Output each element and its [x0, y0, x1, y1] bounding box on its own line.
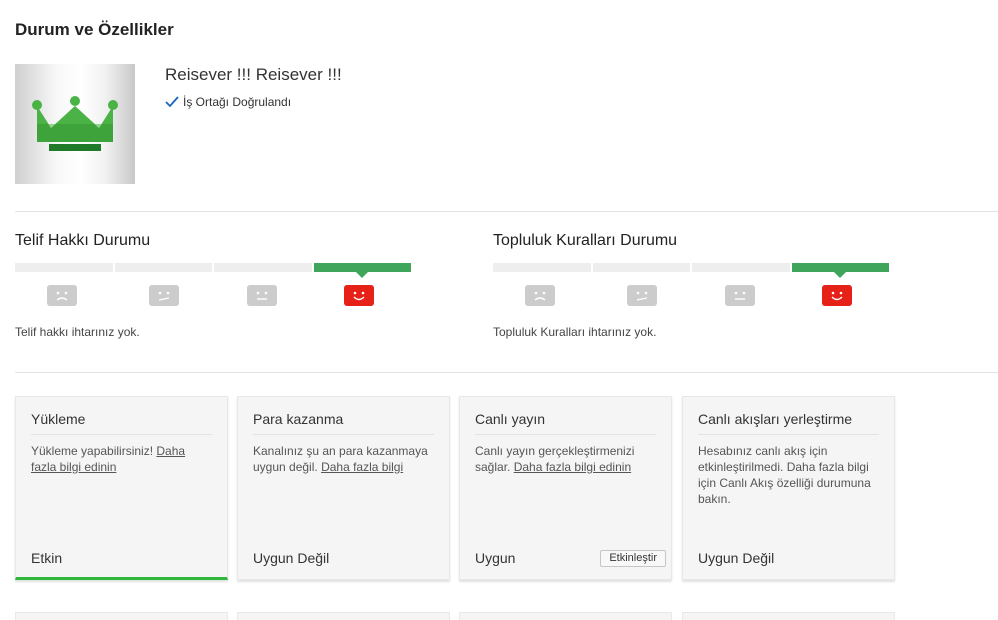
- copyright-status: Telif Hakkı Durumu Telif hakkı ihtarınız…: [15, 232, 415, 339]
- neutral-face-icon: [725, 285, 755, 306]
- uneasy-face-icon: [627, 285, 657, 306]
- feature-card-upload: Yükleme Yükleme yapabilirsiniz! Daha faz…: [15, 396, 228, 580]
- community-status-bar: [493, 263, 889, 278]
- card-title: Canlı yayın: [475, 411, 546, 427]
- status-segment: [214, 263, 312, 272]
- card-divider: [253, 434, 434, 435]
- status-segment: [493, 263, 591, 272]
- card-status: Etkin: [31, 550, 63, 566]
- card-divider: [475, 434, 656, 435]
- card-title: Para kazanma: [253, 411, 344, 427]
- frown-face-icon: [525, 285, 555, 306]
- card-description: Kanalınız şu an para kazanmaya uygun değ…: [253, 443, 434, 475]
- status-segment: [692, 263, 790, 272]
- uneasy-face-icon: [149, 285, 179, 306]
- smile-face-icon: [344, 285, 374, 306]
- feature-card-partial: [459, 612, 672, 620]
- status-segment: [114, 263, 212, 272]
- page-title: Durum ve Özellikler: [15, 20, 174, 39]
- card-description-text: Yükleme yapabilirsiniz!: [31, 444, 157, 458]
- divider: [15, 211, 998, 212]
- copyright-status-message: Telif hakkı ihtarınız yok.: [15, 325, 140, 339]
- status-segment: [15, 263, 113, 272]
- feature-card-partial: [15, 612, 228, 620]
- card-description: Yükleme yapabilirsiniz! Daha fazla bilgi…: [31, 443, 212, 475]
- status-segment-active: [791, 263, 889, 278]
- channel-name: Reisever !!! Reisever !!!: [165, 65, 342, 84]
- feature-card-partial: [237, 612, 450, 620]
- card-status: Uygun: [475, 550, 516, 566]
- community-status-title: Topluluk Kuralları Durumu: [493, 232, 678, 249]
- feature-card-live-streaming: Canlı yayın Canlı yayın gerçekleştirmeni…: [459, 396, 672, 580]
- channel-avatar[interactable]: [15, 64, 135, 184]
- enable-button[interactable]: Etkinleştir: [600, 550, 666, 567]
- community-status-message: Topluluk Kuralları ihtarınız yok.: [493, 325, 657, 339]
- checkmark-icon: [165, 96, 179, 108]
- frown-face-icon: [47, 285, 77, 306]
- copyright-status-title: Telif Hakkı Durumu: [15, 232, 151, 249]
- feature-card-embed-live: Canlı akışları yerleştirme Hesabınız can…: [682, 396, 895, 580]
- community-status: Topluluk Kuralları Durumu Topluluk Kural…: [493, 232, 893, 339]
- card-divider: [31, 434, 212, 435]
- copyright-status-bar: [15, 263, 411, 278]
- neutral-face-icon: [247, 285, 277, 306]
- card-status: Uygun Değil: [253, 550, 330, 566]
- status-segment-active: [313, 263, 411, 278]
- smile-face-icon: [822, 285, 852, 306]
- crown-icon: [32, 96, 118, 151]
- verified-badge: İş Ortağı Doğrulandı: [165, 95, 291, 109]
- card-divider: [698, 434, 879, 435]
- verified-label: İş Ortağı Doğrulandı: [183, 95, 292, 109]
- feature-card-partial: [682, 612, 895, 620]
- card-title: Yükleme: [31, 411, 86, 427]
- feature-card-monetization: Para kazanma Kanalınız şu an para kazanm…: [237, 396, 450, 580]
- status-segment: [592, 263, 690, 272]
- card-description: Canlı yayın gerçekleştirmenizi sağlar. D…: [475, 443, 656, 475]
- learn-more-link[interactable]: Daha fazla bilgi: [321, 460, 403, 474]
- card-status: Uygun Değil: [698, 550, 775, 566]
- card-title: Canlı akışları yerleştirme: [698, 411, 853, 427]
- divider: [15, 372, 998, 373]
- learn-more-link[interactable]: Daha fazla bilgi edinin: [514, 460, 631, 474]
- card-description: Hesabınız canlı akış için etkinleştirilm…: [698, 444, 871, 506]
